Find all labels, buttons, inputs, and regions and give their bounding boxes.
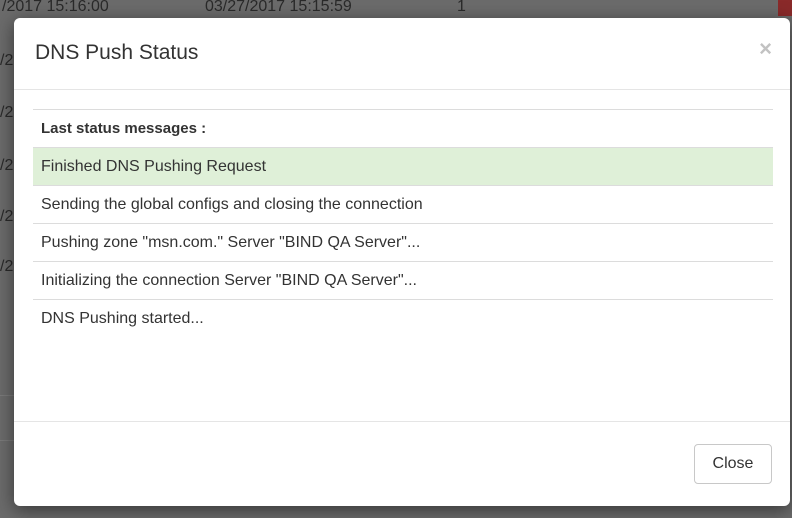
status-messages-table: Last status messages : Finished DNS Push… — [33, 109, 773, 338]
close-icon[interactable]: × — [759, 36, 772, 62]
background-table-row: /2017 15:16:00 03/27/2017 15:15:59 1 — [0, 0, 792, 18]
background-cell: /2017 15:16:00 — [2, 0, 109, 15]
modal-footer: Close — [14, 421, 790, 506]
status-message: Pushing zone "msn.com." Server "BIND QA … — [33, 223, 773, 262]
close-button[interactable]: Close — [694, 444, 772, 484]
background-divider — [0, 395, 14, 396]
status-message: Initializing the connection Server "BIND… — [33, 261, 773, 300]
modal-header: DNS Push Status × — [14, 18, 790, 90]
background-cell: /2 — [0, 208, 14, 225]
background-cell: /2 — [0, 104, 14, 121]
table-row: Finished DNS Pushing Request — [33, 147, 773, 186]
table-row: DNS Pushing started... — [33, 299, 773, 338]
table-header: Last status messages : — [33, 109, 773, 148]
dns-push-status-modal: DNS Push Status × Last status messages :… — [14, 18, 790, 506]
background-cell: /2 — [0, 52, 14, 69]
status-message: DNS Pushing started... — [33, 299, 773, 338]
status-message: Sending the global configs and closing t… — [33, 185, 773, 224]
table-header-row: Last status messages : — [33, 109, 773, 148]
background-cell: /2 — [0, 157, 14, 174]
modal-body: Last status messages : Finished DNS Push… — [33, 109, 773, 338]
background-action-badge — [778, 0, 792, 16]
background-cell: 03/27/2017 15:15:59 — [205, 0, 352, 15]
status-message: Finished DNS Pushing Request — [33, 147, 773, 186]
modal-title: DNS Push Status — [35, 41, 199, 64]
background-divider — [0, 440, 14, 441]
table-row: Sending the global configs and closing t… — [33, 185, 773, 224]
background-cell: 1 — [457, 0, 466, 15]
background-cell: /2 — [0, 258, 14, 275]
table-row: Pushing zone "msn.com." Server "BIND QA … — [33, 223, 773, 262]
table-row: Initializing the connection Server "BIND… — [33, 261, 773, 300]
